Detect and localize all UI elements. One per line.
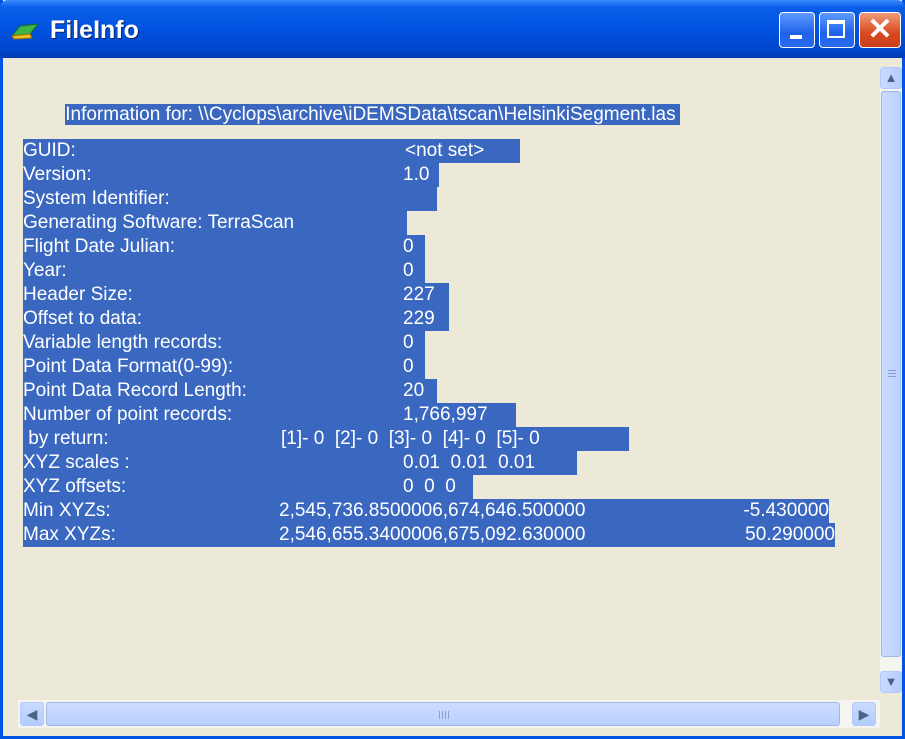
grip-line xyxy=(448,711,449,719)
info-row: Number of point records: 1,766,997 xyxy=(23,403,516,427)
info-row: XYZ offsets: 0 0 0 xyxy=(23,475,473,499)
client-area: Information for: \\Cyclops\archive\iDEMS… xyxy=(6,58,902,736)
row-label: XYZ offsets: xyxy=(23,475,401,499)
info-row: Point Data Record Length: 20 xyxy=(23,379,437,403)
minimize-icon xyxy=(790,35,802,39)
info-row: Version: 1.0 xyxy=(23,163,439,187)
info-row: Generating Software: TerraScan xyxy=(23,211,407,235)
row-value: 227 xyxy=(401,283,449,307)
grip-line xyxy=(445,711,446,719)
info-row: Variable length records: 0 xyxy=(23,331,425,355)
vertical-scroll-thumb[interactable] xyxy=(881,91,901,657)
window-title: FileInfo xyxy=(50,16,139,44)
close-icon: ✕ xyxy=(867,13,893,46)
info-text-area[interactable]: Information for: \\Cyclops\archive\iDEMS… xyxy=(18,67,880,693)
close-button[interactable]: ✕ xyxy=(859,12,901,48)
info-row: Year: 0 xyxy=(23,259,425,283)
scroll-right-button[interactable]: ▶ xyxy=(852,702,876,726)
row-label: Flight Date Julian: xyxy=(23,235,401,259)
info-row: XYZ scales : 0.01 0.01 0.01 xyxy=(23,451,577,475)
minimize-button[interactable] xyxy=(779,12,815,48)
row-value: 0.01 0.01 0.01 xyxy=(401,451,577,475)
chevron-up-icon: ▲ xyxy=(884,70,898,85)
info-row: by return: [1]- 0 [2]- 0 [3]- 0 [4]- 0 [… xyxy=(23,427,629,451)
maximize-button[interactable] xyxy=(819,12,855,48)
maximize-icon xyxy=(827,20,845,38)
scroll-left-button[interactable]: ◀ xyxy=(20,702,44,726)
chevron-down-icon: ▼ xyxy=(884,674,898,689)
row-label: Header Size: xyxy=(23,283,401,307)
row-label: XYZ scales : xyxy=(23,451,401,475)
row-label: Offset to data: xyxy=(23,307,401,331)
row-label: GUID: xyxy=(23,139,401,163)
scroll-up-button[interactable]: ▲ xyxy=(880,67,902,89)
grip-line xyxy=(888,373,896,374)
title-bar[interactable]: FileInfo ✕ xyxy=(0,0,905,58)
horizontal-scrollbar[interactable]: ◀ ▶ xyxy=(18,700,880,728)
row-value: [1]- 0 [2]- 0 [3]- 0 [4]- 0 [5]- 0 xyxy=(277,427,629,451)
vertical-scrollbar[interactable]: ▲ ▼ xyxy=(880,67,902,693)
info-row: Flight Date Julian: 0 xyxy=(23,235,425,259)
horizontal-scroll-thumb[interactable] xyxy=(46,702,840,726)
chevron-right-icon: ▶ xyxy=(858,706,870,722)
grip-line xyxy=(888,370,896,371)
row-label: Min XYZs: xyxy=(23,499,279,523)
row-value: 2,545,736.8500006,674,646.500000 xyxy=(279,499,717,523)
grip-line xyxy=(439,711,440,719)
row-value: 1,766,997 xyxy=(401,403,516,427)
row-label: by return: xyxy=(23,427,277,451)
row-value: 0 xyxy=(401,331,425,355)
row-value: 0 xyxy=(401,355,425,379)
row-extra: -5.430000 xyxy=(717,499,829,523)
row-value: 0 xyxy=(401,235,425,259)
row-value: 2,546,655.3400006,675,092.630000 xyxy=(279,523,717,547)
row-value: 20 xyxy=(401,379,437,403)
row-label: Number of point records: xyxy=(23,403,401,427)
row-value: 229 xyxy=(401,307,449,331)
app-icon xyxy=(10,23,40,40)
info-header-line: Information for: \\Cyclops\archive\iDEMS… xyxy=(23,79,680,125)
row-label: Point Data Format(0-99): xyxy=(23,355,401,379)
row-extra: 50.290000 xyxy=(717,523,835,547)
info-row: Min XYZs: 2,545,736.8500006,674,646.5000… xyxy=(23,499,829,523)
info-row: Point Data Format(0-99): 0 xyxy=(23,355,425,379)
scroll-down-button[interactable]: ▼ xyxy=(880,671,902,693)
row-label: Point Data Record Length: xyxy=(23,379,401,403)
row-value: 0 xyxy=(401,259,425,283)
row-label: Generating Software: TerraScan xyxy=(23,211,407,235)
row-label: Version: xyxy=(23,163,401,187)
row-label: Variable length records: xyxy=(23,331,401,355)
row-value: 0 0 0 xyxy=(401,475,473,499)
info-row: Offset to data: 229 xyxy=(23,307,449,331)
info-row: Header Size: 227 xyxy=(23,283,449,307)
info-header-text: Information for: \\Cyclops\archive\iDEMS… xyxy=(65,104,680,125)
row-value: <not set> xyxy=(401,139,520,163)
row-label: System Identifier: xyxy=(23,187,437,211)
info-row: System Identifier: xyxy=(23,187,437,211)
info-row: GUID: <not set> xyxy=(23,139,520,163)
row-value: 1.0 xyxy=(401,163,439,187)
grip-line xyxy=(442,711,443,719)
row-label: Max XYZs: xyxy=(23,523,279,547)
grip-line xyxy=(888,376,896,377)
row-label: Year: xyxy=(23,259,401,283)
fileinfo-window: FileInfo ✕ Information for: \\Cyclops\ar… xyxy=(0,0,905,739)
chevron-left-icon: ◀ xyxy=(26,706,38,722)
info-row: Max XYZs: 2,546,655.3400006,675,092.6300… xyxy=(23,523,835,547)
